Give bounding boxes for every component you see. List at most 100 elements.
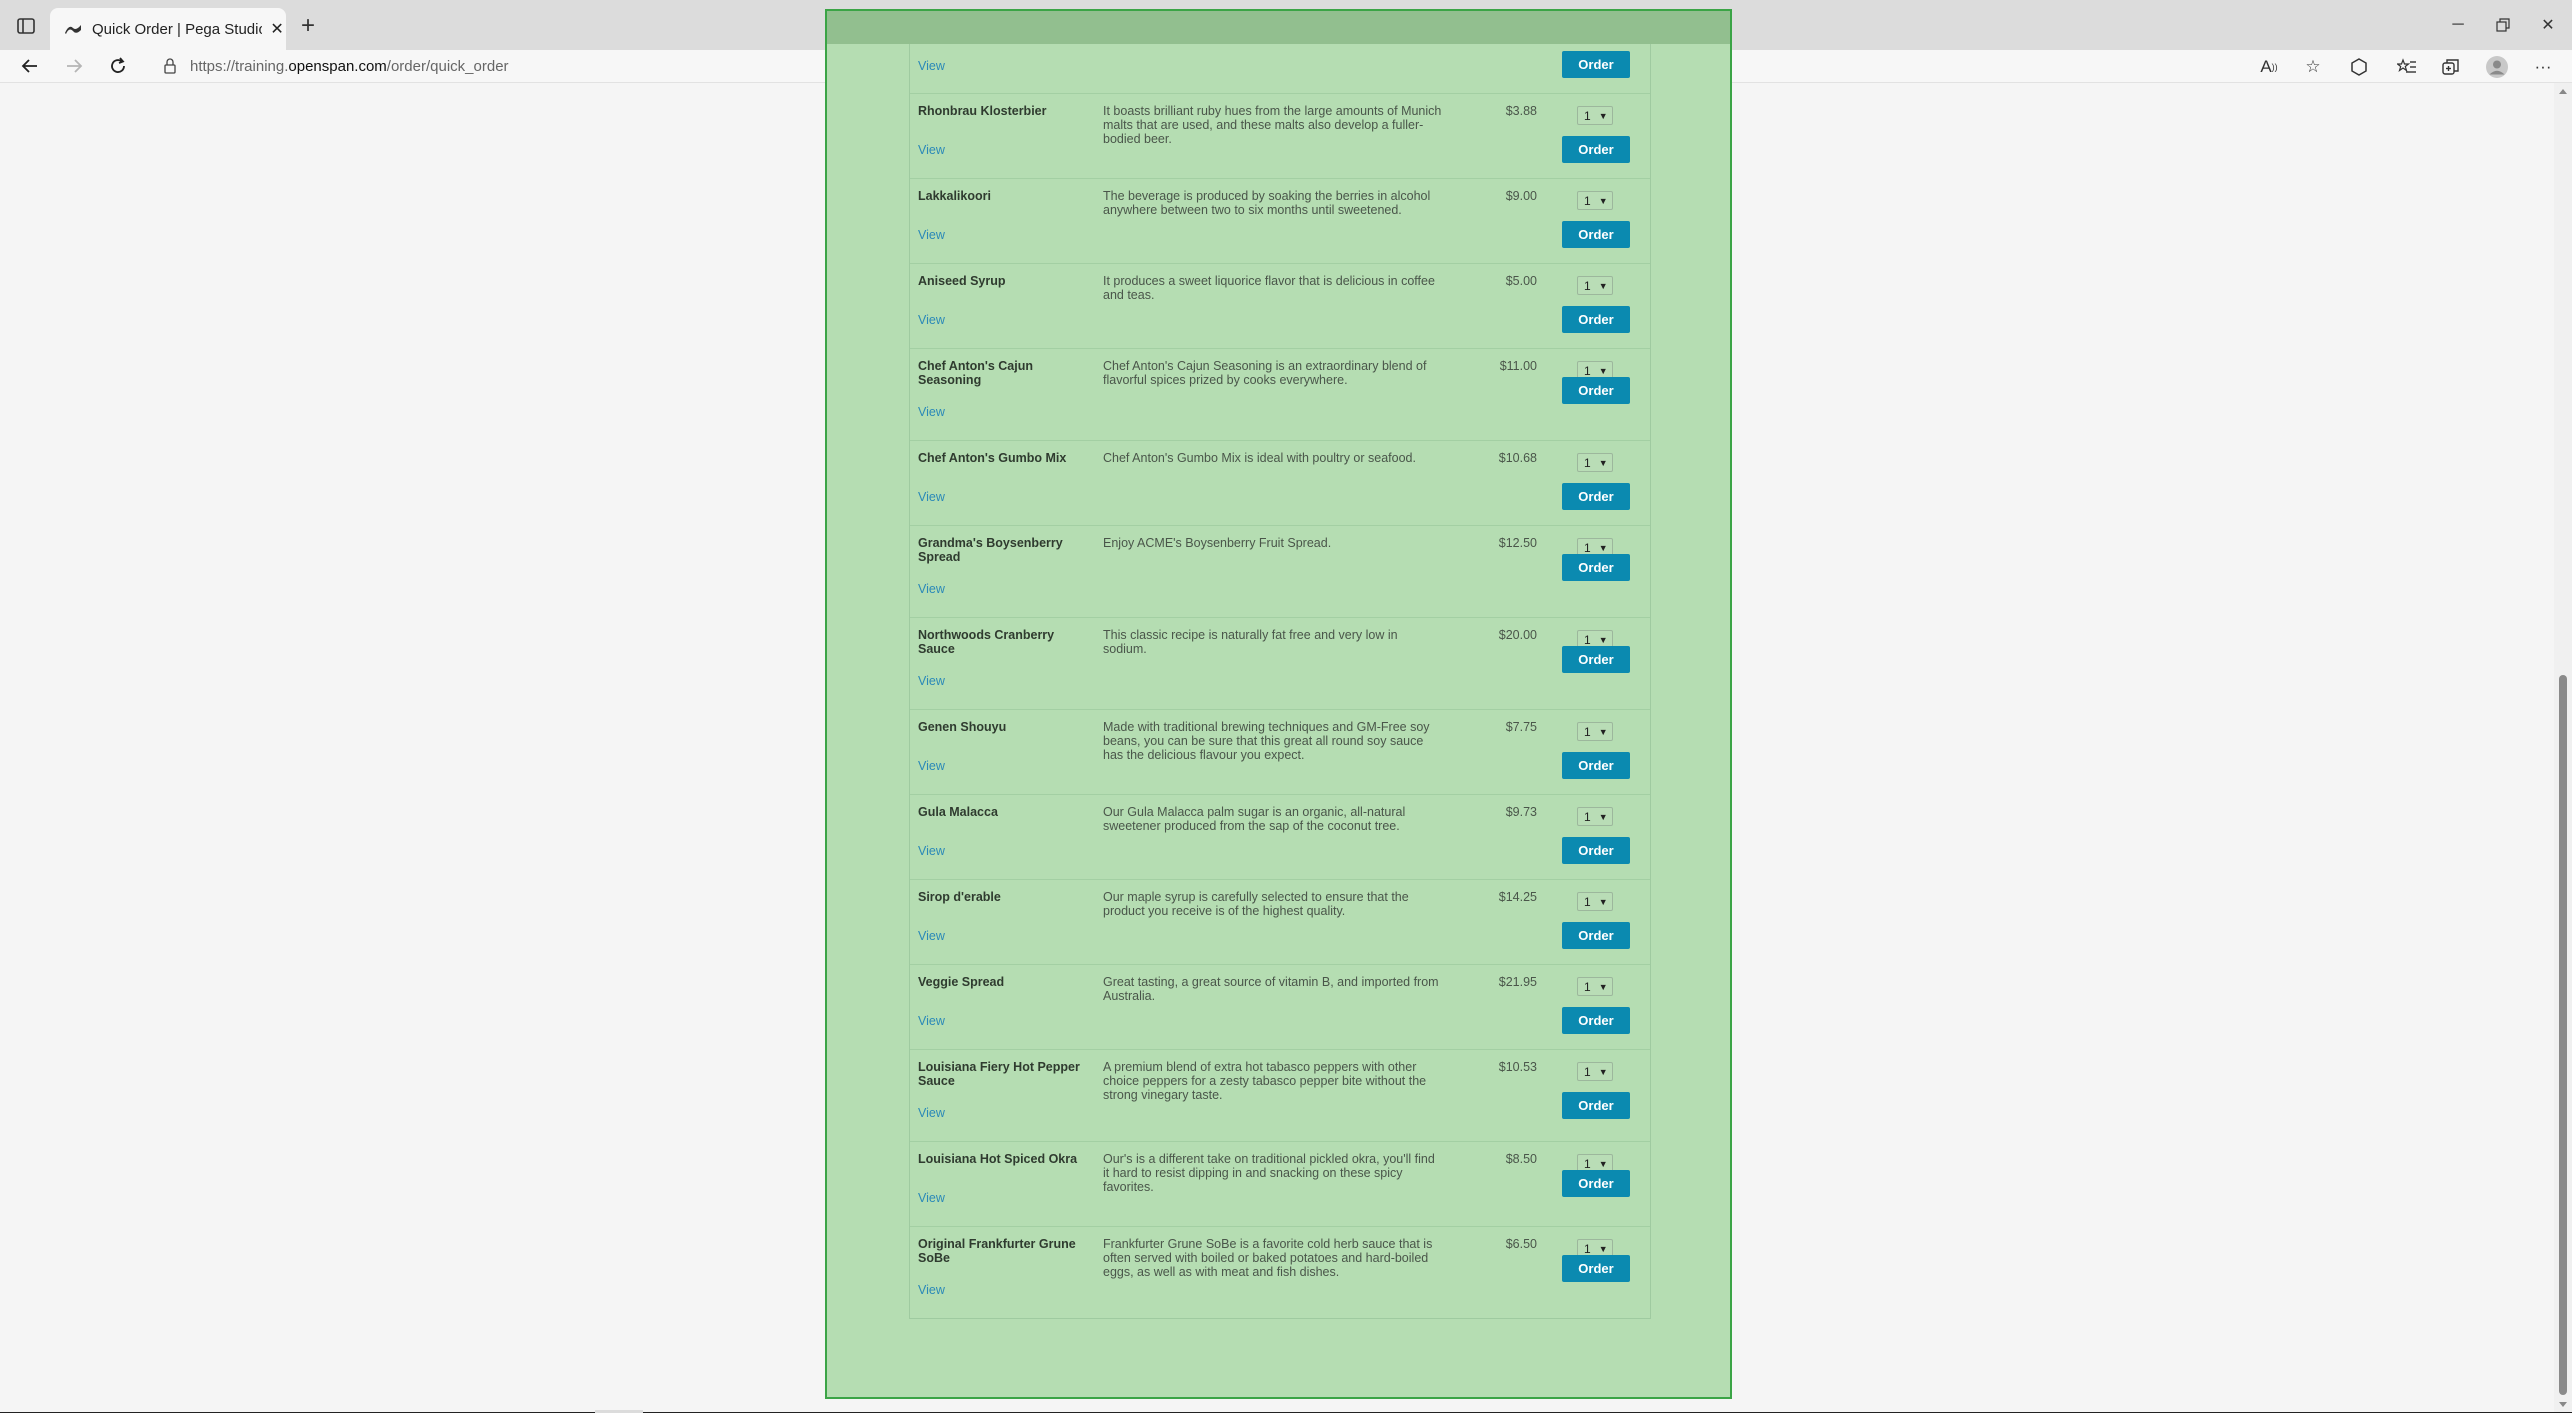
read-aloud-icon[interactable]: A)): [2256, 54, 2282, 80]
order-button[interactable]: Order: [1562, 136, 1630, 163]
order-button[interactable]: Order: [1562, 1255, 1630, 1282]
product-description: Our maple syrup is carefully selected to…: [1103, 890, 1409, 918]
view-link[interactable]: View: [918, 143, 945, 157]
view-link[interactable]: View: [918, 1283, 945, 1297]
product-name: Aniseed Syrup: [918, 274, 1006, 288]
close-window-icon[interactable]: ✕: [2533, 12, 2563, 38]
url-host: openspan.com: [288, 57, 387, 75]
order-button[interactable]: Order: [1562, 837, 1630, 864]
quantity-select[interactable]: 1 ▼: [1577, 892, 1613, 911]
quantity-select[interactable]: 1 ▼: [1577, 1062, 1613, 1081]
quantity-select[interactable]: 1 ▼: [1577, 807, 1613, 826]
quantity-value: 1: [1584, 455, 1591, 470]
order-button[interactable]: Order: [1562, 646, 1630, 673]
view-link[interactable]: View: [918, 844, 945, 858]
order-button[interactable]: Order: [1562, 1092, 1630, 1119]
minimize-icon[interactable]: ─: [2443, 12, 2473, 38]
order-button[interactable]: Order: [1562, 554, 1630, 581]
more-icon[interactable]: ···: [2530, 54, 2556, 80]
lock-icon[interactable]: [160, 56, 180, 76]
quantity-value: 1: [1584, 278, 1591, 293]
refresh-icon[interactable]: [104, 52, 132, 80]
back-arrow-icon[interactable]: [16, 52, 44, 80]
order-button[interactable]: Order: [1562, 922, 1630, 949]
plus-icon[interactable]: +: [296, 12, 320, 39]
product-price: $10.53: [1498, 1060, 1537, 1074]
scroll-up-arrow-icon[interactable]: [2559, 89, 2567, 94]
quantity-value: 1: [1584, 363, 1591, 378]
extensions-icon[interactable]: [2346, 54, 2372, 80]
view-link[interactable]: View: [918, 228, 945, 242]
quantity-select[interactable]: 1 ▼: [1577, 191, 1613, 210]
vertical-scrollbar[interactable]: [2554, 83, 2572, 1413]
table-row: Northwoods Cranberry Sauce This classic …: [910, 617, 1650, 709]
view-link[interactable]: View: [918, 929, 945, 943]
chevron-down-icon: ▼: [1598, 195, 1608, 206]
order-button[interactable]: Order: [1562, 51, 1630, 78]
product-price: $5.00: [1505, 274, 1537, 288]
view-link[interactable]: View: [918, 1191, 945, 1205]
product-name: Chef Anton's Gumbo Mix: [918, 451, 1067, 465]
product-name: Lakkalikoori: [918, 189, 991, 203]
active-tab[interactable]: Quick Order | Pega Studio Traini ✕: [50, 8, 286, 50]
product-description: This classic recipe is naturally fat fre…: [1103, 628, 1398, 656]
pega-favicon-icon: [64, 20, 82, 38]
table-row: Original Frankfurter Grune SoBe Frankfur…: [910, 1226, 1650, 1318]
view-link[interactable]: View: [918, 674, 945, 688]
profile-icon[interactable]: [2484, 54, 2510, 80]
favorite-add-icon[interactable]: ☆: [2300, 54, 2326, 80]
quantity-select[interactable]: 1 ▼: [1577, 722, 1613, 741]
product-description: Our's is a different take on traditional…: [1103, 1152, 1435, 1194]
favorites-icon[interactable]: [2394, 54, 2420, 80]
tab-actions-icon[interactable]: [14, 14, 38, 38]
quantity-select[interactable]: 1 ▼: [1577, 106, 1613, 125]
product-name: Northwoods Cranberry Sauce: [918, 628, 1055, 656]
order-button[interactable]: Order: [1562, 1170, 1630, 1197]
chevron-down-icon: ▼: [1598, 542, 1608, 553]
table-row: Chef Anton's Cajun Seasoning Chef Anton'…: [910, 348, 1650, 440]
product-price: $9.00: [1505, 189, 1537, 203]
table-row: Veggie Spread Great tasting, a great sou…: [910, 964, 1650, 1049]
product-name: Chef Anton's Cajun Seasoning: [918, 359, 1034, 387]
forward-arrow-icon[interactable]: [60, 52, 88, 80]
view-link[interactable]: View: [918, 59, 945, 73]
view-link[interactable]: View: [918, 759, 945, 773]
view-link[interactable]: View: [918, 1106, 945, 1120]
quantity-value: 1: [1584, 1064, 1591, 1079]
chevron-down-icon: ▼: [1598, 1066, 1608, 1077]
scrollbar-thumb[interactable]: [2559, 675, 2567, 1395]
product-table: View Order Rhonbrau Klosterbier It boast…: [909, 44, 1651, 1319]
chevron-down-icon: ▼: [1598, 365, 1608, 376]
product-price: $21.95: [1498, 975, 1537, 989]
close-icon[interactable]: ✕: [268, 20, 286, 38]
order-button[interactable]: Order: [1562, 752, 1630, 779]
scroll-down-arrow-icon[interactable]: [2559, 1402, 2567, 1407]
quantity-value: 1: [1584, 1156, 1591, 1171]
order-button[interactable]: Order: [1562, 221, 1630, 248]
table-row: Genen Shouyu Made with traditional brewi…: [910, 709, 1650, 794]
restore-icon[interactable]: [2488, 12, 2518, 38]
chevron-down-icon: ▼: [1598, 726, 1608, 737]
view-link[interactable]: View: [918, 582, 945, 596]
url-path: /order/quick_order: [386, 57, 509, 75]
quantity-value: 1: [1584, 540, 1591, 555]
quantity-value: 1: [1584, 1241, 1591, 1256]
collections-icon[interactable]: [2438, 54, 2464, 80]
view-link[interactable]: View: [918, 405, 945, 419]
table-row: Rhonbrau Klosterbier It boasts brilliant…: [910, 93, 1650, 178]
view-link[interactable]: View: [918, 313, 945, 327]
view-link[interactable]: View: [918, 490, 945, 504]
order-button[interactable]: Order: [1562, 377, 1630, 404]
quantity-value: 1: [1584, 894, 1591, 909]
product-price: $6.50: [1505, 1237, 1537, 1251]
order-button[interactable]: Order: [1562, 306, 1630, 333]
order-button[interactable]: Order: [1562, 1007, 1630, 1034]
order-button[interactable]: Order: [1562, 483, 1630, 510]
quantity-select[interactable]: 1 ▼: [1577, 977, 1613, 996]
product-description: Chef Anton's Cajun Seasoning is an extra…: [1103, 359, 1427, 387]
chevron-down-icon: ▼: [1598, 1158, 1608, 1169]
quantity-select[interactable]: 1 ▼: [1577, 276, 1613, 295]
view-link[interactable]: View: [918, 1014, 945, 1028]
table-row: Louisiana Fiery Hot Pepper Sauce A premi…: [910, 1049, 1650, 1141]
quantity-select[interactable]: 1 ▼: [1577, 453, 1613, 472]
